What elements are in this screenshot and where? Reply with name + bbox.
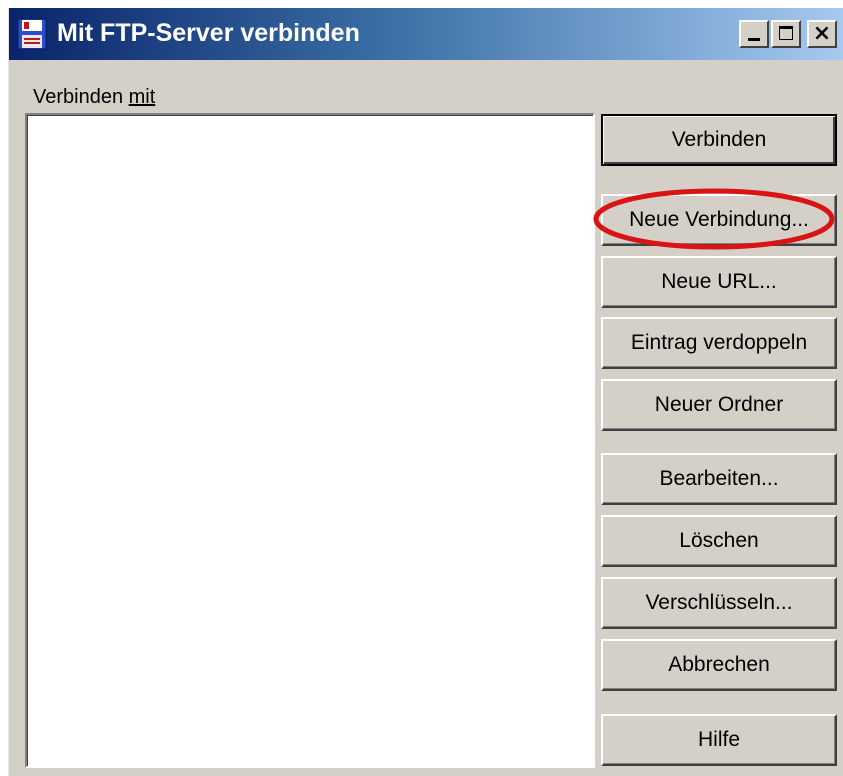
new-url-button[interactable]: Neue URL...: [601, 256, 837, 308]
close-button[interactable]: ×: [807, 20, 837, 48]
maximize-button[interactable]: [771, 20, 801, 48]
connect-with-label-prefix: Verbinden: [33, 86, 129, 108]
encrypt-button[interactable]: Verschlüsseln...: [601, 577, 837, 629]
new-folder-button[interactable]: Neuer Ordner: [601, 379, 837, 431]
close-icon: ×: [812, 21, 832, 46]
window-title: Mit FTP-Server verbinden: [57, 19, 360, 47]
floppy-disk-icon: [17, 18, 47, 50]
duplicate-entry-button[interactable]: Eintrag verdoppeln: [601, 317, 837, 369]
minimize-icon: [748, 38, 760, 41]
connection-list[interactable]: [25, 113, 595, 768]
connect-button[interactable]: Verbinden: [601, 114, 837, 166]
delete-button[interactable]: Löschen: [601, 515, 837, 567]
cancel-button[interactable]: Abbrechen: [601, 639, 837, 691]
connect-with-label-accelerator: mit: [128, 86, 156, 108]
help-button[interactable]: Hilfe: [601, 714, 837, 766]
ftp-connect-dialog: Mit FTP-Server verbinden × Verbinden mit…: [8, 8, 843, 776]
annotation-highlight-ring: [593, 188, 835, 250]
maximize-icon: [779, 26, 793, 40]
edit-button[interactable]: Bearbeiten...: [601, 453, 837, 505]
title-bar[interactable]: Mit FTP-Server verbinden ×: [9, 8, 843, 60]
minimize-button[interactable]: [739, 20, 769, 48]
connect-with-label: Verbinden mit: [33, 86, 155, 109]
